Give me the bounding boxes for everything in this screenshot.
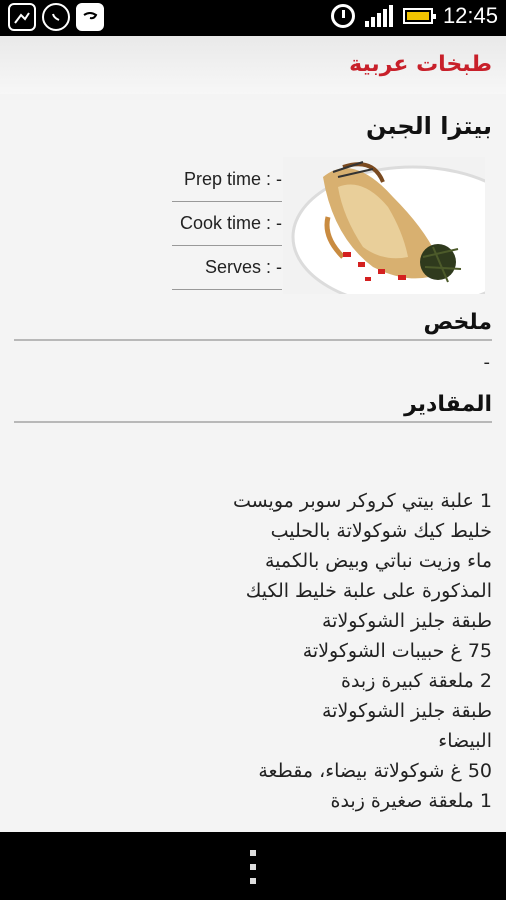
recipe-title: بيتزا الجبن — [365, 112, 492, 140]
navigation-bar — [0, 832, 506, 900]
battery-icon — [402, 8, 436, 24]
recipe-photo — [283, 157, 485, 294]
status-bar: 12:45 — [0, 0, 506, 36]
chat-icon — [76, 3, 104, 31]
prep-time: Prep time : - — [172, 158, 282, 202]
serves: Serves : - — [172, 246, 282, 290]
gallery-icon — [8, 3, 36, 31]
list-item: 1 ملعقة صغيرة زبدة — [330, 790, 492, 812]
list-item: خليط كيك شوكولاتة بالحليب — [270, 520, 492, 542]
recipe-content[interactable]: بيتزا الجبن Prep time : - Cook time : - … — [0, 94, 506, 832]
signal-icon — [364, 5, 393, 27]
summary-header: ملخص — [14, 310, 492, 341]
system-status: 12:45 — [330, 3, 498, 29]
ingredients-list: 1 علبة بيتي كروكر سوبر مويست خليط كيك شو… — [192, 486, 492, 816]
list-item: البيضاء — [438, 730, 492, 752]
list-item: ماء وزيت نباتي وبيض بالكمية — [264, 550, 492, 572]
list-item: المذكورة على علبة خليط الكيك — [245, 580, 492, 602]
app-title: طبخات عربية — [349, 52, 492, 77]
overflow-menu-icon[interactable] — [248, 850, 258, 884]
list-item: طبقة جليز الشوكولاتة — [322, 610, 492, 632]
ingredients-header: المقادير — [14, 392, 492, 423]
list-item: 1 علبة بيتي كروكر سوبر مويست — [232, 490, 492, 512]
notification-icons — [8, 3, 104, 31]
list-item: طبقة جليز الشوكولاتة — [322, 700, 492, 722]
list-item: 2 ملعقة كبيرة زبدة — [341, 670, 492, 692]
list-item: 75 غ حبيبات الشوكولاتة — [302, 640, 492, 662]
app-bar: طبخات عربية — [0, 36, 506, 94]
whatsapp-icon — [42, 3, 70, 31]
clock: 12:45 — [442, 3, 498, 28]
summary-text: - — [483, 352, 491, 373]
cook-time: Cook time : - — [172, 202, 282, 246]
alarm-icon — [330, 4, 355, 28]
list-item: 50 غ شوكولاتة بيضاء، مقطعة — [258, 760, 492, 782]
